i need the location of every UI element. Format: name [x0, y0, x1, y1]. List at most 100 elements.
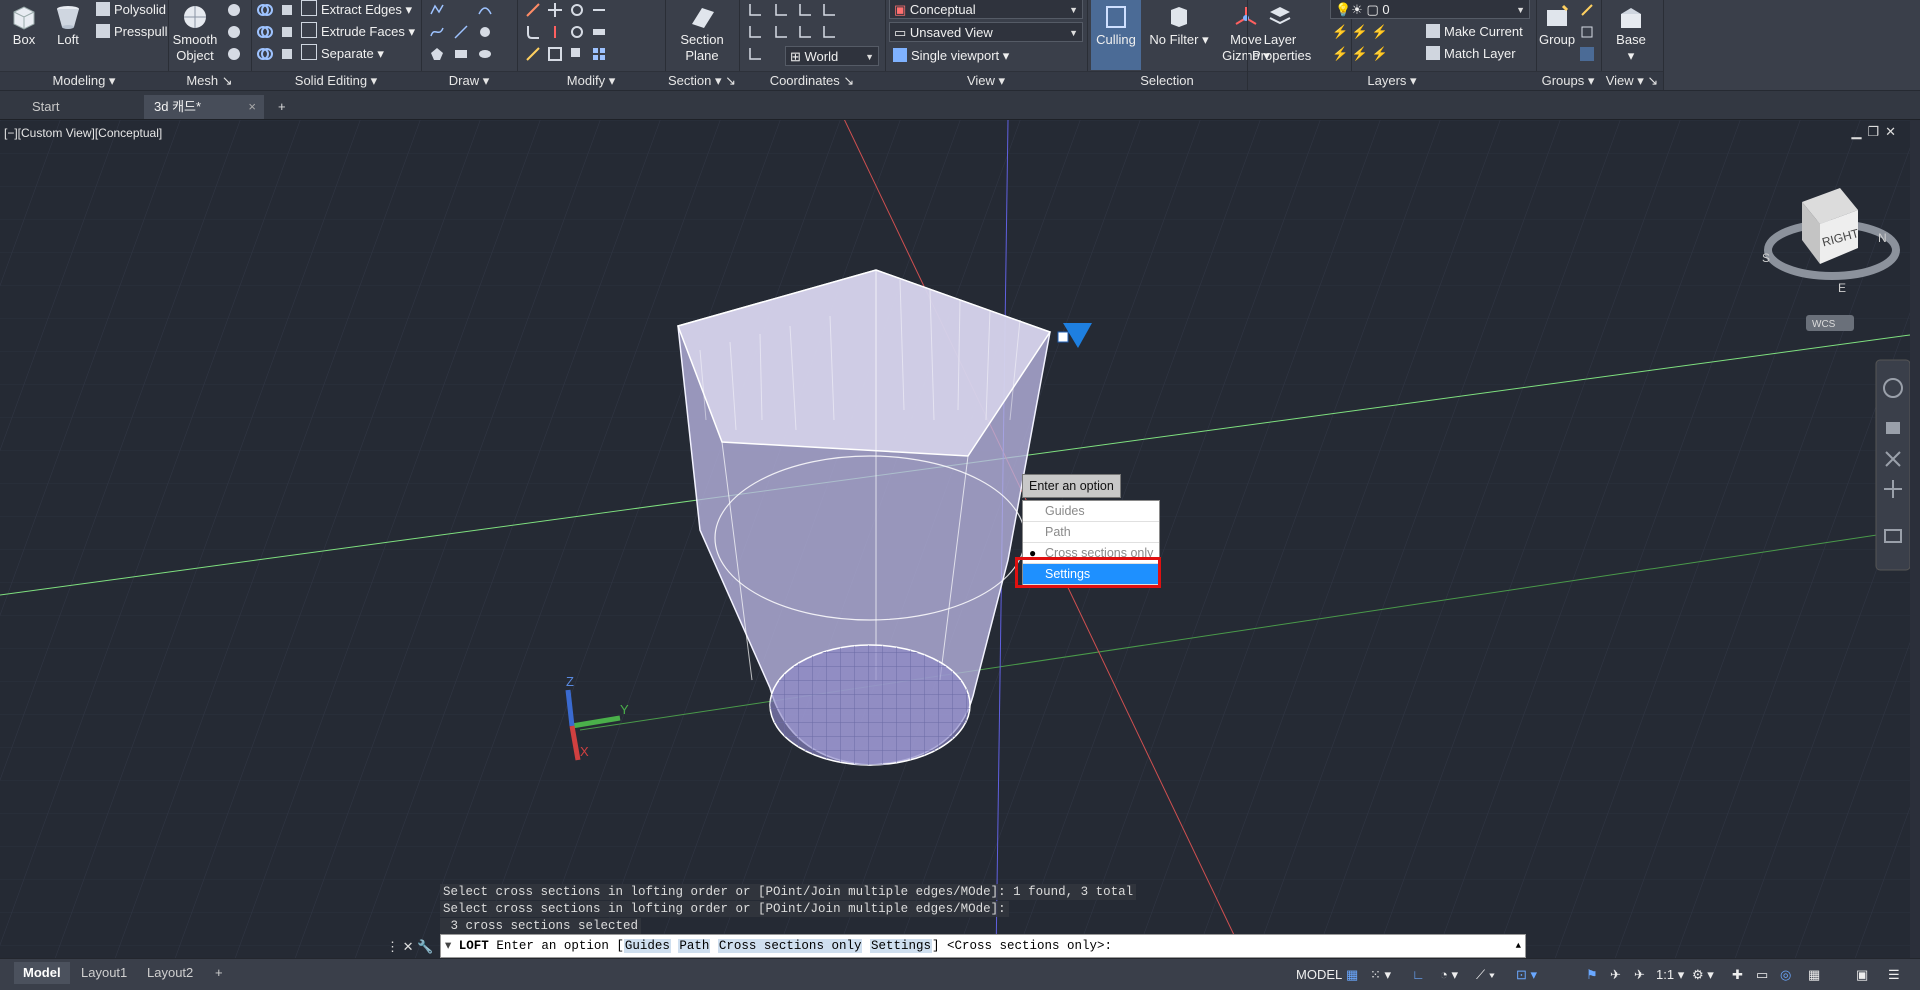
command-prompt-icon[interactable]: ▾ — [441, 939, 451, 953]
panel-title-section[interactable]: Section ▾ ↘ — [665, 71, 739, 90]
ucs-icon-1[interactable] — [747, 2, 763, 18]
ucs-icon-8[interactable] — [821, 24, 837, 40]
rotate-icon[interactable] — [569, 2, 585, 18]
navigation-bar[interactable] — [1875, 359, 1910, 571]
menu-item-guides[interactable]: Guides — [1023, 501, 1159, 522]
layer-tool-icons-1[interactable]: ⚡ ⚡ ⚡ — [1332, 22, 1388, 42]
panel-title-draw[interactable]: Draw ▾ — [421, 71, 517, 90]
fillet-icon[interactable] — [525, 24, 541, 40]
panel-title-modeling[interactable]: Modeling ▾ — [0, 71, 168, 90]
copy-icon[interactable] — [569, 46, 585, 62]
annotation-icon[interactable]: ✈ — [1634, 965, 1645, 985]
snap-toggle-icon[interactable]: ⁙ ▾ — [1370, 965, 1391, 985]
subtract-icon[interactable] — [257, 24, 273, 40]
command-line[interactable]: ▾ LOFT Enter an option [Guides Path Cros… — [440, 934, 1526, 958]
stretch-icon[interactable] — [591, 24, 607, 40]
tab-layout2[interactable]: Layout2 — [138, 962, 202, 984]
clean-screen-icon[interactable]: ▣ — [1856, 965, 1868, 985]
panel-title-view[interactable]: View ▾ — [885, 71, 1087, 90]
annotation-visibility-icon[interactable]: ⚑ — [1586, 965, 1598, 985]
units-icon[interactable]: ▭ — [1756, 965, 1768, 985]
section-plane-button[interactable]: Section Plane — [675, 0, 729, 70]
model-space-toggle[interactable]: MODEL — [1292, 965, 1346, 985]
rectangle-icon[interactable] — [453, 46, 469, 62]
command-close-icon[interactable]: ⋮ ✕ — [386, 939, 414, 954]
polysolid-button[interactable]: Polysolid — [96, 0, 166, 20]
tab-document[interactable]: 3d 캐드* × — [144, 95, 264, 119]
polyline-icon[interactable] — [429, 2, 445, 18]
viewport-label[interactable]: [−][Custom View][Conceptual] — [4, 126, 162, 140]
annotation-scale-combo[interactable]: 1:1 ▾ — [1656, 965, 1684, 985]
make-current-button[interactable]: Make Current — [1426, 22, 1523, 42]
ortho-toggle-icon[interactable]: ∟ — [1412, 965, 1425, 985]
panel-title-coordinates[interactable]: Coordinates ↘ — [739, 71, 885, 90]
group-tool-icon-3[interactable] — [1579, 46, 1595, 62]
ucs-icon-5[interactable] — [747, 24, 763, 40]
circle-icon[interactable] — [477, 24, 493, 40]
object-snap-toggle-icon[interactable]: ⊡ ▾ — [1516, 965, 1537, 985]
mesh-tool-icon-1[interactable] — [226, 2, 242, 18]
panel-title-groups[interactable]: Groups ▾ — [1535, 71, 1601, 90]
panel-title-modify[interactable]: Modify ▾ — [517, 71, 665, 90]
mirror-icon[interactable] — [547, 24, 563, 40]
cmd-option-path[interactable]: Path — [678, 939, 711, 953]
pan-icon[interactable] — [1886, 422, 1900, 434]
union-icon[interactable] — [257, 2, 273, 18]
command-customize-icon[interactable]: 🔧 — [417, 939, 433, 954]
autoscale-icon[interactable]: ✈ — [1610, 965, 1621, 985]
workspace-gear-icon[interactable]: ⚙ ▾ — [1692, 965, 1714, 985]
smooth-object-button[interactable]: Smooth Object — [172, 0, 218, 70]
customization-menu-icon[interactable]: ☰ — [1888, 965, 1900, 985]
layer-combo[interactable]: 💡☀ ▢ 0 ▼ — [1330, 0, 1530, 19]
spline-icon[interactable] — [429, 24, 445, 40]
panel-title-layers[interactable]: Layers ▾ — [1248, 71, 1536, 90]
add-layout-button[interactable]: + — [206, 962, 232, 984]
wcs-menu[interactable]: WCS — [1806, 315, 1854, 331]
grip-square[interactable] — [1057, 331, 1069, 343]
restore-icon[interactable]: ❐ — [1867, 124, 1885, 139]
panel-title-mesh[interactable]: Mesh ↘ — [168, 71, 251, 90]
move-icon[interactable] — [547, 2, 563, 18]
circle-modify-icon[interactable] — [569, 24, 585, 40]
mesh-tool-icon-2[interactable] — [226, 24, 242, 40]
intersect-icon[interactable] — [257, 46, 273, 62]
ucs-icon-2[interactable] — [773, 2, 789, 18]
offset-icon[interactable] — [525, 46, 541, 62]
tab-start[interactable]: Start — [22, 95, 142, 119]
graphics-performance-icon[interactable]: ▦ — [1808, 965, 1820, 985]
command-history-toggle-icon[interactable]: ▲ — [1516, 935, 1521, 957]
ucs-icon-6[interactable] — [773, 24, 789, 40]
panel-title-solid-editing[interactable]: Solid Editing ▾ — [251, 71, 421, 90]
grid-array-icon[interactable] — [591, 46, 607, 62]
cmd-option-settings[interactable]: Settings — [869, 939, 932, 953]
minimize-icon[interactable]: ▁ — [1851, 124, 1867, 139]
viewport-controls[interactable]: ▁❐✕ — [1851, 124, 1902, 140]
annotation-monitor-icon[interactable]: ✚ — [1732, 965, 1743, 985]
box-button[interactable]: Box — [4, 0, 44, 70]
culling-button[interactable]: Culling — [1091, 0, 1141, 70]
model-viewport[interactable]: Y Z X RIGHT S N E WCS [−][Custom View][C… — [0, 120, 1910, 958]
ellipse-icon[interactable] — [477, 46, 493, 62]
ucs-icon-4[interactable] — [821, 2, 837, 18]
arc-icon[interactable] — [477, 2, 493, 18]
group-button[interactable]: Group — [1539, 0, 1575, 70]
group-tool-icon-1[interactable] — [1579, 2, 1595, 18]
ucs-icon-3[interactable] — [797, 2, 813, 18]
extract-edges-button[interactable]: Extract Edges ▾ — [301, 0, 412, 20]
ucs-combo[interactable]: ⊞ World ▼ — [785, 46, 879, 66]
match-layer-button[interactable]: Match Layer — [1426, 44, 1516, 64]
scale-icon[interactable] — [547, 46, 563, 62]
group-tool-icon-2[interactable] — [1579, 24, 1595, 40]
tab-model[interactable]: Model — [14, 962, 70, 984]
solid-tool-icon-3[interactable] — [279, 46, 295, 62]
array-icon[interactable] — [591, 2, 607, 18]
close-icon[interactable]: ✕ — [1885, 124, 1902, 139]
quick-properties-icon[interactable]: ◎ — [1780, 965, 1791, 985]
isodraft-toggle-icon[interactable]: ⟋ ▾ — [1476, 965, 1495, 985]
polygon-icon[interactable] — [429, 46, 445, 62]
no-filter-button[interactable]: No Filter ▾ — [1147, 0, 1211, 70]
base-button[interactable]: Base ▾ — [1607, 0, 1655, 70]
new-tab-button[interactable]: + — [272, 95, 296, 119]
ucs-icon-7[interactable] — [797, 24, 813, 40]
extrude-faces-button[interactable]: Extrude Faces ▾ — [301, 22, 415, 42]
